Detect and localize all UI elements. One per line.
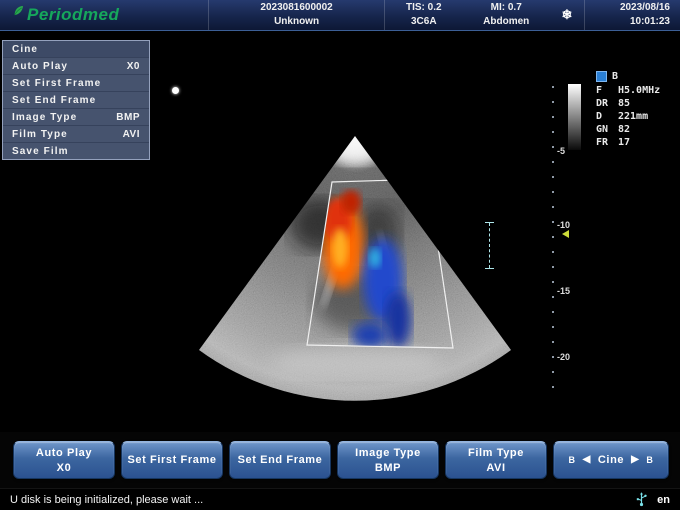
set-end-frame-button[interactable]: Set End Frame	[229, 441, 331, 479]
cine-b-left: B	[568, 455, 575, 465]
prev-frame-button[interactable]: ◀	[583, 455, 591, 465]
freeze-icon: ❄	[550, 0, 584, 30]
depth-label: -20	[557, 352, 570, 362]
bottom-toolbar: Auto Play X0 Set First Frame Set End Fra…	[0, 432, 680, 488]
exam-id: 2023081600002	[260, 2, 332, 14]
caliper-end-bottom	[485, 268, 494, 269]
mi-value: MI: 0.7	[491, 2, 522, 14]
param-frame-rate: FR 17	[596, 136, 660, 149]
mi-preset-info: MI: 0.7 Abdomen	[462, 0, 550, 30]
menu-item-set-first-frame[interactable]: Set First Frame	[3, 75, 149, 92]
patient-info: 2023081600002 Unknown	[208, 0, 384, 30]
menu-item-save-film[interactable]: Save Film	[3, 143, 149, 159]
topbar: Periodmed 2023081600002 Unknown TIS: 0.2…	[0, 0, 680, 31]
logo-text: Periodmed	[27, 5, 119, 25]
usb-icon	[636, 492, 647, 507]
menu-item-image-type[interactable]: Image Type BMP	[3, 109, 149, 126]
cine-label: Cine	[598, 454, 624, 466]
depth-label: -10	[557, 220, 570, 230]
preset-name: Abdomen	[483, 16, 529, 28]
menu-item-cine[interactable]: Cine	[3, 41, 149, 58]
probe-name: 3C6A	[411, 16, 437, 28]
tis-value: TIS: 0.2	[406, 2, 442, 14]
probe-mark-icon	[172, 87, 179, 94]
next-frame-button[interactable]: ▶	[631, 455, 639, 465]
caliper-line	[489, 223, 490, 268]
language-indicator[interactable]: en	[657, 494, 670, 506]
depth-label: -5	[557, 146, 565, 156]
caliper-end-top	[485, 222, 494, 223]
param-gain: GN 82	[596, 123, 660, 136]
datetime-info: 2023/08/16 10:01:23	[584, 0, 680, 30]
patient-name: Unknown	[274, 16, 319, 28]
focus-marker-icon[interactable]	[562, 230, 569, 238]
ultrasound-fan	[170, 130, 540, 420]
film-type-button[interactable]: Film Type AVI	[445, 441, 547, 479]
auto-play-button[interactable]: Auto Play X0	[13, 441, 115, 479]
b-mode-image	[170, 130, 540, 420]
tis-probe-info: TIS: 0.2 3C6A	[384, 0, 462, 30]
measurement-caliper[interactable]	[485, 222, 494, 269]
param-depth: D 221mm	[596, 110, 660, 123]
exam-date: 2023/08/16	[620, 2, 670, 14]
grayscale-bar	[568, 84, 581, 150]
cine-context-menu: Cine Auto Play X0 Set First Frame Set En…	[2, 40, 150, 160]
logo: Periodmed	[0, 0, 208, 30]
mode-indicator: B	[612, 70, 618, 83]
ultrasound-app: Periodmed 2023081600002 Unknown TIS: 0.2…	[0, 0, 680, 510]
mode-chip-icon	[596, 71, 607, 82]
depth-ruler	[552, 86, 554, 392]
menu-item-set-end-frame[interactable]: Set End Frame	[3, 92, 149, 109]
image-parameters: B F H5.0MHz DR 85 D 221mm GN 82 FR 17	[596, 70, 660, 149]
exam-time: 10:01:23	[630, 16, 670, 28]
leaf-icon	[12, 4, 25, 17]
cine-b-right: B	[646, 455, 653, 465]
menu-item-film-type[interactable]: Film Type AVI	[3, 126, 149, 143]
image-type-button[interactable]: Image Type BMP	[337, 441, 439, 479]
param-frequency: F H5.0MHz	[596, 84, 660, 97]
depth-label: -15	[557, 286, 570, 296]
cine-control[interactable]: B ◀ Cine ▶ B	[553, 441, 669, 479]
status-message: U disk is being initialized, please wait…	[10, 494, 203, 506]
statusbar: U disk is being initialized, please wait…	[0, 488, 680, 510]
menu-item-auto-play[interactable]: Auto Play X0	[3, 58, 149, 75]
set-first-frame-button[interactable]: Set First Frame	[121, 441, 223, 479]
param-dynamic-range: DR 85	[596, 97, 660, 110]
